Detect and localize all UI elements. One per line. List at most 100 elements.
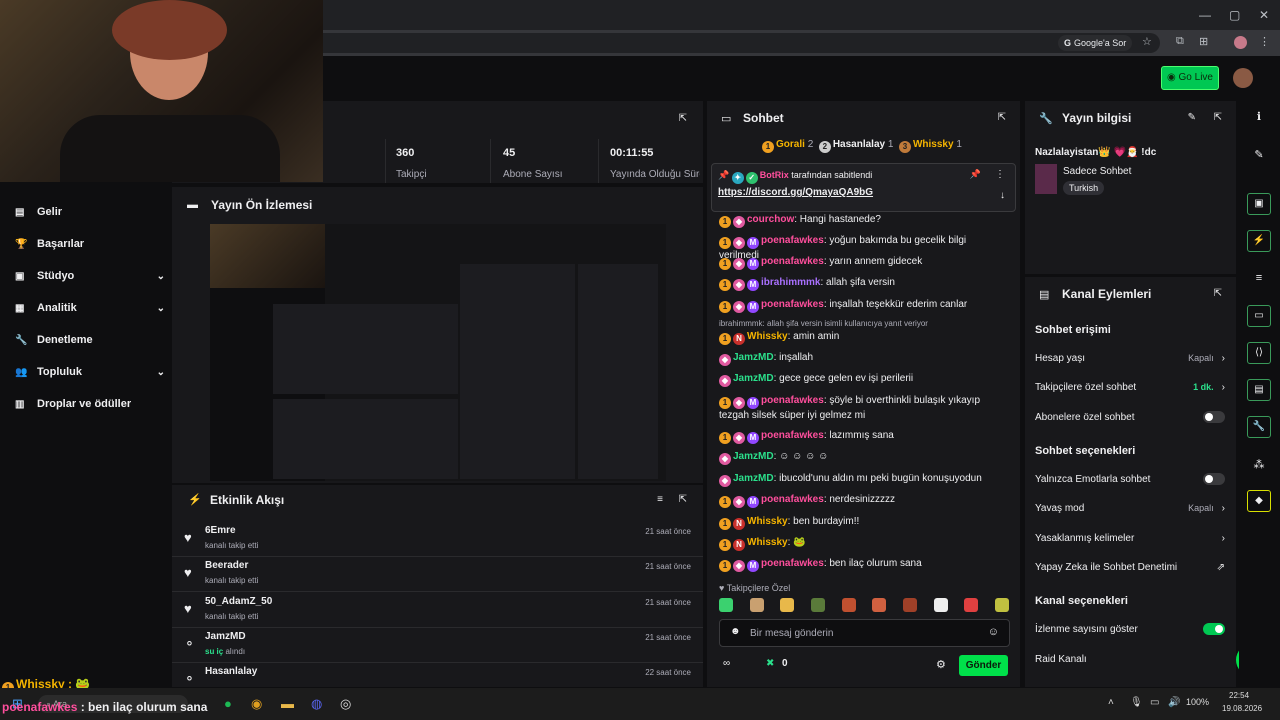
filter-icon[interactable]: ≡ [657,494,663,505]
discord-icon[interactable]: ◍ [311,696,322,712]
extension-icon[interactable]: ⧉ [1176,35,1184,48]
send-button[interactable]: Gönder [959,655,1008,676]
popout-icon[interactable]: ⇱ [1214,112,1222,123]
emote-icon[interactable] [902,598,917,612]
chat-username[interactable]: JamzMD [733,473,774,484]
spotify-icon[interactable]: ● [224,696,232,711]
collapse-icon[interactable]: ↓ [1000,190,1005,201]
star-icon[interactable]: ☆ [1142,35,1152,48]
more-icon[interactable]: ⋮ [995,169,1005,180]
rail-actions-button[interactable]: ▤ [1247,379,1271,401]
chat-username[interactable]: JamzMD [733,451,774,462]
address-bar[interactable] [300,33,1160,53]
emote-icon[interactable] [810,598,825,612]
leader-name[interactable]: Gorali [776,139,805,150]
account-age-row[interactable]: Hesap yaşı Kapalı › [1035,350,1225,366]
obs-icon[interactable]: ◎ [340,696,351,712]
popout-icon[interactable]: ⇱ [998,112,1006,123]
nav-item-5[interactable]: 👥 Topluluk ⌄ [15,362,165,382]
nav-item-3[interactable]: ▦ Analitik ⌄ [15,298,165,318]
emote-icon[interactable] [780,598,795,612]
unpin-icon[interactable]: 📌 [970,169,981,180]
rail-preview-button[interactable]: ▣ [1247,193,1271,215]
nav-item-0[interactable]: ▤ Gelir [15,202,165,222]
emote-icon[interactable] [994,598,1009,612]
chat-input[interactable]: ☻ Bir mesaj gönderin ☺ [719,619,1010,647]
emote-picker-icon[interactable]: ☻ [730,626,741,637]
chat-username[interactable]: courchow [747,214,794,225]
chat-username[interactable]: poenafawkes [761,494,824,505]
raid-row[interactable]: Raid Kanalı [1035,651,1225,667]
infinity-icon[interactable]: ∞ [723,658,730,669]
chrome-icon[interactable]: ◉ [251,696,262,712]
edit-icon[interactable]: ✎ [1188,112,1196,123]
popout-icon[interactable]: ⇱ [679,494,687,505]
pinned-user[interactable]: BotRix [760,170,789,180]
rail-wrench-button[interactable]: 🔧 [1247,416,1271,438]
emote-icon[interactable] [719,598,733,612]
network-icon[interactable]: ▭ [1150,697,1159,708]
emote-icon[interactable] [933,598,948,612]
chat-username[interactable]: Whissky [747,331,788,342]
activity-item[interactable]: ⚬ Hasanlalay 22 saat önce [172,664,703,687]
profile-icon[interactable] [1234,36,1247,49]
settings-icon[interactable]: ⚙ [936,658,946,671]
google-ask-button[interactable]: G Google'a Sor [1058,35,1133,51]
nav-item-2[interactable]: ▣ Stüdyo ⌄ [15,266,165,286]
category-name[interactable]: Sadece Sohbet [1063,166,1131,177]
maximize-button[interactable]: ▢ [1229,8,1240,22]
emote-icon[interactable] [749,598,764,612]
puzzle-icon[interactable]: ⊞ [1199,35,1208,48]
banned-words-row[interactable]: Yasaklanmış kelimeler › [1035,530,1225,546]
pencil-icon[interactable]: ✎ [1250,146,1268,164]
chat-username[interactable]: poenafawkes [761,430,824,441]
chat-username[interactable]: poenafawkes [761,558,824,569]
folder-icon[interactable]: ▬ [281,696,294,711]
chat-username[interactable]: JamzMD [733,373,774,384]
stream-preview-video[interactable] [210,224,666,481]
ai-mod-row[interactable]: Yapay Zeka ile Sohbet Denetimi ⇗ [1035,559,1225,575]
activity-item[interactable]: ⚬ JamzMD su iç alındı 21 saat önce [172,629,703,663]
emote-icon[interactable] [872,598,887,612]
leader-name[interactable]: Hasanlalay [833,139,885,150]
chat-username[interactable]: poenafawkes [761,395,824,406]
slow-mode-row[interactable]: Yavaş mod Kapalı › [1035,500,1225,516]
user-avatar[interactable] [1233,68,1253,88]
chat-username[interactable]: Whissky [747,537,788,548]
close-button[interactable]: ✕ [1259,8,1269,22]
followers-chat-row[interactable]: Takipçilere özel sohbet 1 dk. › [1035,379,1225,395]
users-icon[interactable]: ⁂ [1250,456,1268,474]
rail-code-button[interactable]: ⟨⟩ [1247,342,1271,364]
minimize-button[interactable]: — [1199,8,1211,22]
nav-item-4[interactable]: 🔧 Denetleme [15,330,165,350]
activity-item[interactable]: ♥ Beerader kanalı takip etti 21 saat önce [172,558,703,592]
info-icon[interactable]: ℹ [1250,108,1268,126]
list-icon[interactable]: ≡ [1250,269,1268,287]
nav-item-1[interactable]: 🏆 Başarılar [15,234,165,254]
show-viewers-toggle[interactable] [1203,623,1225,635]
mic-icon[interactable]: 🎙 [1130,697,1143,708]
chat-username[interactable]: poenafawkes [761,235,824,246]
tray-chevron-icon[interactable]: ˄ [1108,697,1114,708]
activity-item[interactable]: ♥ 50_AdamZ_50 kanalı takip etti 21 saat önc… [172,594,703,628]
popout-icon[interactable]: ⇱ [679,113,687,124]
chat-username[interactable]: Whissky [747,516,788,527]
popout-icon[interactable]: ⇱ [1214,288,1222,299]
chat-username[interactable]: poenafawkes [761,256,824,267]
rail-activity-button[interactable]: ⚡ [1247,230,1271,252]
emote-only-toggle[interactable] [1203,473,1225,485]
rail-chat-button[interactable]: ▭ [1247,305,1271,327]
smiley-icon[interactable]: ☺ [988,626,999,638]
leader-name[interactable]: Whissky [913,139,954,150]
activity-item[interactable]: ♥ 6Emre kanalı takip etti 21 saat önce [172,523,703,557]
chat-username[interactable]: JamzMD [733,352,774,363]
volume-icon[interactable]: 🔊 [1168,697,1180,708]
nav-item-6[interactable]: ▥ Droplar ve ödüller [15,394,165,414]
subs-chat-toggle[interactable] [1203,411,1225,423]
emote-icon[interactable] [964,598,979,612]
tag-badge[interactable]: Turkish [1063,181,1105,195]
chat-username[interactable]: poenafawkes [761,299,824,310]
rail-gift-button[interactable]: ◆ [1247,490,1271,512]
pinned-link[interactable]: https://discord.gg/QmayaQA9bG [718,187,873,198]
emote-icon[interactable] [841,598,856,612]
